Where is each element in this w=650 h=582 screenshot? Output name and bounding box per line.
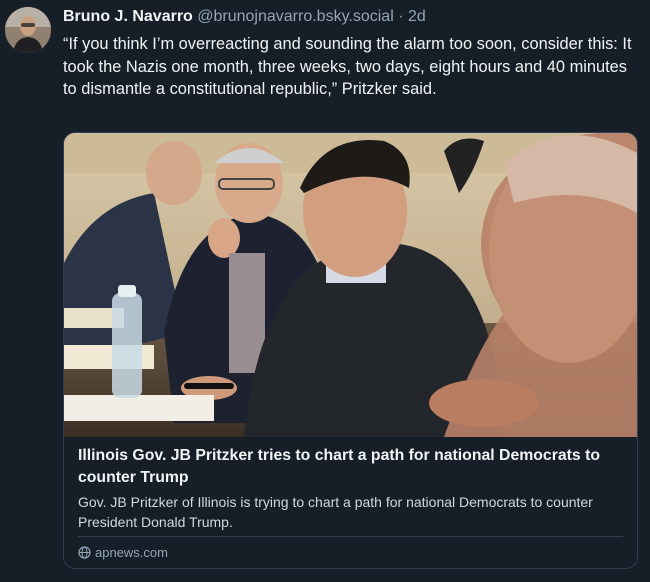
link-preview-divider xyxy=(78,536,623,537)
avatar-image xyxy=(5,7,51,53)
author-handle[interactable]: @brunojnavarro.bsky.social xyxy=(197,8,393,25)
author-display-name[interactable]: Bruno J. Navarro xyxy=(63,8,193,25)
globe-icon xyxy=(78,546,91,559)
link-preview-image xyxy=(64,133,637,437)
post: Bruno J. Navarro @brunojnavarro.bsky.soc… xyxy=(0,0,650,582)
link-preview-description: Gov. JB Pritzker of Illinois is trying t… xyxy=(78,494,593,530)
post-timestamp[interactable]: 2d xyxy=(408,8,426,25)
author-line: Bruno J. Navarro @brunojnavarro.bsky.soc… xyxy=(63,8,426,26)
separator-dot: · xyxy=(398,8,404,25)
avatar[interactable] xyxy=(5,7,51,53)
post-text: “If you think I’m overreacting and sound… xyxy=(63,35,632,98)
link-preview-domain: apnews.com xyxy=(95,545,168,560)
link-preview-title[interactable]: Illinois Gov. JB Pritzker tries to chart… xyxy=(78,445,626,488)
link-preview-source[interactable]: apnews.com xyxy=(78,545,168,560)
link-preview-card[interactable]: Illinois Gov. JB Pritzker tries to chart… xyxy=(63,132,638,569)
